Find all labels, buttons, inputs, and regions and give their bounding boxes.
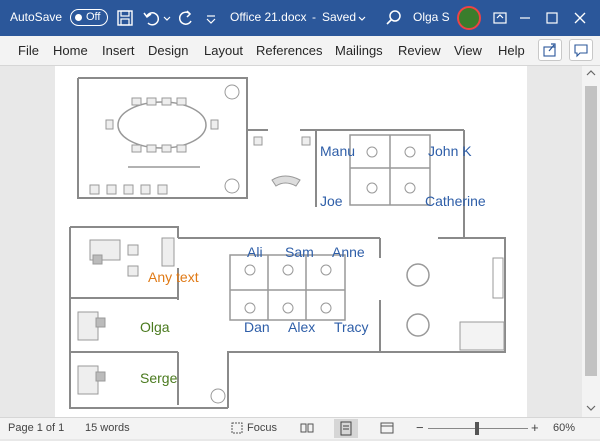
autosave-toggle[interactable]: Off xyxy=(70,9,108,26)
tab-mailings[interactable]: Mailings xyxy=(335,43,383,58)
document-title[interactable]: Office 21.docx xyxy=(230,10,307,24)
title-separator: - xyxy=(312,10,316,24)
comment-icon xyxy=(574,44,588,58)
undo-icon[interactable] xyxy=(142,8,162,28)
tab-file[interactable]: File xyxy=(18,43,39,58)
label-olga: Olga xyxy=(140,319,170,335)
page-count[interactable]: Page 1 of 1 xyxy=(8,422,64,434)
storage-area xyxy=(459,321,505,351)
label-sam: Sam xyxy=(285,244,314,260)
saved-state[interactable]: Saved xyxy=(322,10,356,24)
customize-toolbar-icon[interactable] xyxy=(204,8,218,28)
scrollbar-thumb[interactable] xyxy=(585,86,597,376)
document-area: Manu John K Joe Catherine Ali Sam Anne D… xyxy=(0,66,582,417)
round-table xyxy=(406,263,430,287)
page[interactable]: Manu John K Joe Catherine Ali Sam Anne D… xyxy=(55,66,527,417)
wall xyxy=(227,351,380,408)
label-john: John K xyxy=(428,143,472,159)
conference-table xyxy=(117,101,207,149)
search-icon[interactable] xyxy=(384,8,404,28)
label-alex: Alex xyxy=(288,319,315,335)
read-mode-icon[interactable] xyxy=(300,421,314,435)
ribbon-tabs: File Home Insert Design Layout Reference… xyxy=(0,36,600,66)
wall xyxy=(70,226,179,238)
tab-design[interactable]: Design xyxy=(148,43,188,58)
tab-layout[interactable]: Layout xyxy=(204,43,243,58)
minimize-icon[interactable] xyxy=(515,8,535,28)
redo-icon[interactable] xyxy=(176,8,196,28)
tab-view[interactable]: View xyxy=(454,43,482,58)
zoom-level[interactable]: 60% xyxy=(553,422,575,434)
focus-button[interactable]: Focus xyxy=(247,422,277,434)
plant-icon xyxy=(224,84,240,100)
status-bar: Page 1 of 1 15 words Focus − + 60% xyxy=(0,417,600,439)
close-icon[interactable] xyxy=(570,8,590,28)
plant-icon xyxy=(224,178,240,194)
chair xyxy=(253,136,263,146)
save-icon[interactable] xyxy=(115,8,135,28)
label-tracy: Tracy xyxy=(334,319,368,335)
counter xyxy=(492,257,504,299)
cubicles-upper xyxy=(349,134,431,206)
ribbon-display-options-icon[interactable] xyxy=(490,8,510,28)
chair xyxy=(301,136,311,146)
zoom-out-button[interactable]: − xyxy=(416,420,424,435)
word-count[interactable]: 15 words xyxy=(85,422,130,434)
label-dan: Dan xyxy=(244,319,270,335)
scroll-down-icon[interactable] xyxy=(582,401,600,415)
web-layout-icon[interactable] xyxy=(380,421,394,435)
tab-references[interactable]: References xyxy=(256,43,322,58)
undo-dropdown-icon[interactable] xyxy=(162,8,172,28)
share-icon xyxy=(543,43,556,57)
label-anne: Anne xyxy=(332,244,365,260)
tab-review[interactable]: Review xyxy=(398,43,441,58)
title-dropdown-icon[interactable] xyxy=(357,8,367,28)
label-serge: Serge xyxy=(140,370,178,386)
tab-help[interactable]: Help xyxy=(498,43,525,58)
avatar[interactable] xyxy=(457,6,481,30)
autosave-label: AutoSave xyxy=(10,10,63,24)
tab-home[interactable]: Home xyxy=(53,43,88,58)
tab-insert[interactable]: Insert xyxy=(102,43,135,58)
autosave-state: Off xyxy=(86,11,101,23)
label-joe: Joe xyxy=(320,193,343,209)
share-button[interactable] xyxy=(538,39,562,61)
desk-chairs-lower xyxy=(244,264,332,314)
print-layout-button[interactable] xyxy=(334,419,358,438)
reception-desk xyxy=(271,175,301,187)
zoom-slider-thumb[interactable] xyxy=(475,422,479,435)
comments-button[interactable] xyxy=(569,39,593,61)
zoom-in-button[interactable]: + xyxy=(531,420,539,435)
focus-icon[interactable] xyxy=(230,421,244,435)
toggle-knob xyxy=(75,14,82,21)
user-name[interactable]: Olga S xyxy=(413,10,450,24)
desk-chairs-upper xyxy=(366,146,416,194)
scroll-up-icon[interactable] xyxy=(582,66,600,80)
label-catherine: Catherine xyxy=(425,193,486,209)
plant-icon xyxy=(210,388,226,404)
label-any-text: Any text xyxy=(148,269,199,285)
label-ali: Ali xyxy=(247,244,263,260)
title-bar: AutoSave Off Office 21.docx - Saved Olga… xyxy=(0,0,600,36)
print-layout-icon xyxy=(340,421,352,436)
label-manu: Manu xyxy=(320,143,355,159)
floor-plan[interactable]: Manu John K Joe Catherine Ali Sam Anne D… xyxy=(55,66,527,417)
round-table xyxy=(406,313,430,337)
maximize-icon[interactable] xyxy=(542,8,562,28)
vertical-scrollbar[interactable] xyxy=(582,66,600,417)
